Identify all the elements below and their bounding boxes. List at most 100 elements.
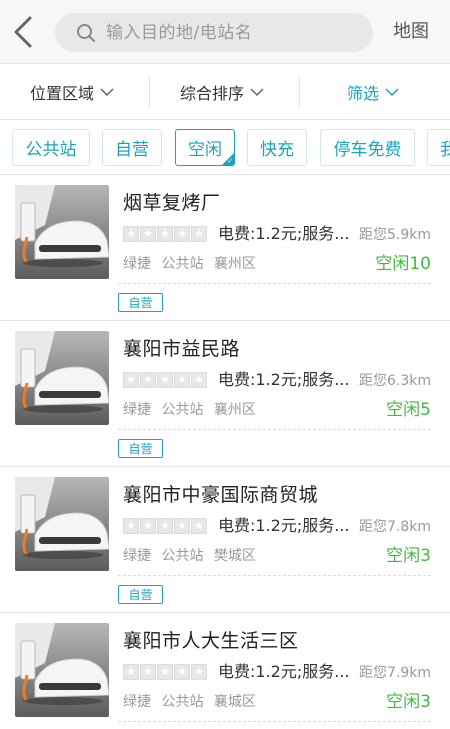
filter-area-dropdown[interactable]: 位置区域: [30, 64, 114, 120]
checkmark-icon: ✓: [227, 157, 233, 165]
star-icon: ★: [191, 664, 207, 680]
star-icon: ★: [123, 372, 139, 388]
district-text: 樊城区: [213, 548, 256, 564]
operator-text: 绿捷: [123, 694, 151, 710]
operator-text: 绿捷: [123, 402, 151, 418]
rating-stars: ★ ★ ★ ★ ★: [123, 372, 208, 388]
chevron-left-icon: [14, 16, 32, 48]
station-meta: 绿捷 公共站 襄州区: [123, 400, 262, 420]
station-meta: 绿捷 公共站 樊城区: [123, 546, 262, 566]
filter-screen-label: 筛选: [347, 84, 380, 103]
chip-partial[interactable]: 我: [427, 129, 450, 166]
star-icon: ★: [157, 518, 173, 534]
station-thumbnail: [15, 477, 109, 571]
filter-screen-dropdown[interactable]: 筛选: [347, 64, 399, 120]
chip-label: 空闲: [188, 140, 222, 160]
filter-area-label: 位置区域: [30, 84, 95, 103]
dashed-divider: [118, 721, 431, 722]
star-icon: ★: [174, 372, 190, 388]
star-icon: ★: [140, 372, 156, 388]
district-text: 襄城区: [213, 694, 256, 710]
tag-chip-row: 公共站 自营 空闲 ✓ 快充 停车免费 我: [0, 121, 450, 175]
filter-divider: [299, 76, 300, 108]
filter-divider: [149, 76, 150, 108]
station-list-item[interactable]: 烟草复烤厂 ★ ★ ★ ★ ★ 电费:1.2元;服务... 距您5.9km 绿捷…: [0, 175, 450, 321]
dashed-divider: [118, 283, 431, 284]
station-meta: 绿捷 公共站 襄城区: [123, 692, 262, 712]
star-icon: ★: [157, 372, 173, 388]
filter-sort-dropdown[interactable]: 综合排序: [180, 64, 264, 120]
chip-label: 停车免费: [333, 140, 402, 160]
station-type-text: 公共站: [161, 256, 204, 272]
availability-text: 空闲3: [386, 692, 431, 712]
chevron-down-icon: [250, 88, 264, 97]
search-icon: [77, 24, 95, 42]
map-button[interactable]: 地图: [393, 20, 429, 44]
station-thumbnail: [15, 623, 109, 717]
chip-label: 公共站: [25, 140, 77, 160]
dashed-divider: [118, 575, 431, 576]
rating-stars: ★ ★ ★ ★ ★: [123, 664, 208, 680]
price-text: 电费:1.2元;服务...: [218, 662, 350, 681]
district-text: 襄州区: [213, 256, 256, 272]
top-bar: 输入目的地/电站名 地图: [0, 0, 450, 64]
search-placeholder: 输入目的地/电站名: [106, 23, 253, 43]
star-icon: ★: [174, 226, 190, 242]
star-icon: ★: [140, 226, 156, 242]
star-icon: ★: [191, 518, 207, 534]
station-meta: 绿捷 公共站 襄州区: [123, 254, 262, 274]
car-image: [15, 477, 109, 571]
price-text: 电费:1.2元;服务...: [218, 224, 350, 243]
distance-text: 距您7.8km: [358, 519, 431, 535]
star-icon: ★: [174, 664, 190, 680]
chip-idle[interactable]: 空闲 ✓: [175, 129, 235, 166]
star-icon: ★: [157, 664, 173, 680]
station-list-item[interactable]: 襄阳市益民路 ★ ★ ★ ★ ★ 电费:1.2元;服务... 距您6.3km 绿…: [0, 321, 450, 467]
car-image: [15, 623, 109, 717]
self-operated-badge: 自营: [118, 439, 163, 458]
station-list-item[interactable]: 襄阳市人大生活三区 ★ ★ ★ ★ ★ 电费:1.2元;服务... 距您7.9k…: [0, 613, 450, 729]
car-image: [15, 185, 109, 279]
self-operated-badge: 自营: [118, 293, 163, 312]
star-icon: ★: [123, 226, 139, 242]
price-text: 电费:1.2元;服务...: [218, 516, 350, 535]
star-icon: ★: [157, 226, 173, 242]
chip-label: 自营: [115, 140, 149, 160]
station-name: 襄阳市益民路: [123, 338, 241, 360]
station-list-item[interactable]: 襄阳市中豪国际商贸城 ★ ★ ★ ★ ★ 电费:1.2元;服务... 距您7.8…: [0, 467, 450, 613]
star-icon: ★: [123, 518, 139, 534]
station-thumbnail: [15, 185, 109, 279]
chevron-down-icon: [100, 88, 114, 97]
rating-stars: ★ ★ ★ ★ ★: [123, 518, 208, 534]
station-name: 襄阳市人大生活三区: [123, 630, 299, 652]
station-type-text: 公共站: [161, 402, 204, 418]
dashed-divider: [118, 429, 431, 430]
star-icon: ★: [174, 518, 190, 534]
back-button[interactable]: [10, 14, 40, 50]
search-input[interactable]: 输入目的地/电站名: [55, 13, 373, 52]
chip-public-station[interactable]: 公共站: [12, 129, 90, 166]
district-text: 襄州区: [213, 402, 256, 418]
star-icon: ★: [140, 664, 156, 680]
operator-text: 绿捷: [123, 548, 151, 564]
distance-text: 距您7.9km: [358, 665, 431, 681]
chip-fast-charge[interactable]: 快充: [247, 129, 307, 166]
star-icon: ★: [123, 664, 139, 680]
station-thumbnail: [15, 331, 109, 425]
station-name: 烟草复烤厂: [123, 192, 221, 214]
rating-stars: ★ ★ ★ ★ ★: [123, 226, 208, 242]
star-icon: ★: [191, 372, 207, 388]
price-text: 电费:1.2元;服务...: [218, 370, 350, 389]
distance-text: 距您6.3km: [358, 373, 431, 389]
car-image: [15, 331, 109, 425]
filter-sort-label: 综合排序: [180, 84, 245, 103]
distance-text: 距您5.9km: [358, 227, 431, 243]
star-icon: ★: [140, 518, 156, 534]
chip-label: 我: [440, 135, 450, 160]
station-type-text: 公共站: [161, 548, 204, 564]
chip-free-parking[interactable]: 停车免费: [320, 129, 415, 166]
star-icon: ★: [191, 226, 207, 242]
availability-text: 空闲10: [375, 254, 431, 274]
station-type-text: 公共站: [161, 694, 204, 710]
chip-self-operated[interactable]: 自营: [102, 129, 162, 166]
